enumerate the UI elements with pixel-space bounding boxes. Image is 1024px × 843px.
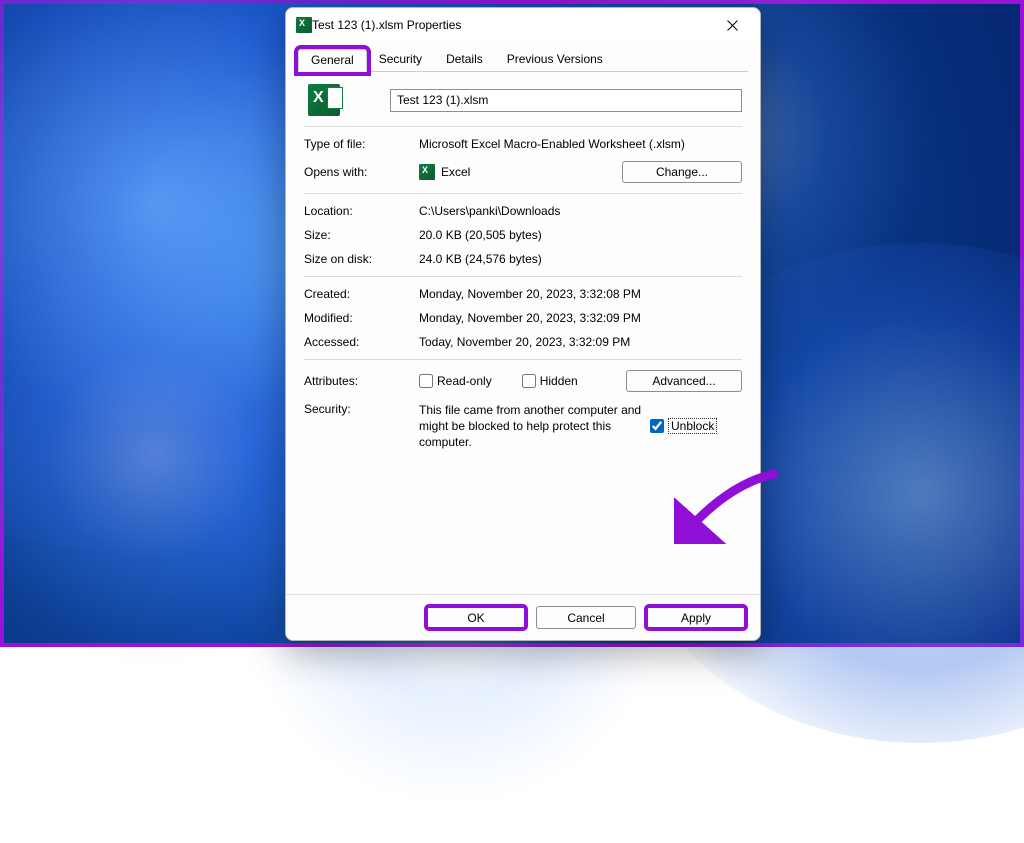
size-on-disk-label: Size on disk: [304,252,419,266]
modified-label: Modified: [304,311,419,325]
unblock-label: Unblock [668,418,717,434]
change-button[interactable]: Change... [622,161,742,183]
location-label: Location: [304,204,419,218]
separator [304,359,742,360]
separator [304,126,742,127]
type-of-file-label: Type of file: [304,137,419,151]
excel-file-icon [296,17,312,33]
tab-strip: General Security Details Previous Versio… [298,48,748,72]
attributes-label: Attributes: [304,374,419,388]
advanced-button[interactable]: Advanced... [626,370,742,392]
properties-dialog: Test 123 (1).xlsm Properties General Sec… [285,7,761,641]
separator [304,193,742,194]
tab-security[interactable]: Security [367,49,434,72]
close-icon [727,20,738,31]
security-text: This file came from another computer and… [419,402,644,451]
button-bar: OK Cancel Apply [286,594,760,640]
hidden-checkbox-wrapper[interactable]: Hidden [522,374,578,388]
window-title: Test 123 (1).xlsm Properties [312,18,461,32]
security-label: Security: [304,402,419,451]
created-value: Monday, November 20, 2023, 3:32:08 PM [419,287,742,301]
hidden-checkbox[interactable] [522,374,536,388]
unblock-checkbox[interactable] [650,419,664,433]
close-button[interactable] [710,10,754,40]
filename-input[interactable] [390,89,742,112]
tab-content: Type of file: Microsoft Excel Macro-Enab… [286,72,760,594]
apply-button[interactable]: Apply [646,606,746,629]
separator [304,276,742,277]
accessed-value: Today, November 20, 2023, 3:32:09 PM [419,335,742,349]
created-label: Created: [304,287,419,301]
readonly-label: Read-only [437,374,492,388]
modified-value: Monday, November 20, 2023, 3:32:09 PM [419,311,742,325]
size-value: 20.0 KB (20,505 bytes) [419,228,742,242]
size-label: Size: [304,228,419,242]
opens-with-label: Opens with: [304,165,419,179]
readonly-checkbox[interactable] [419,374,433,388]
tab-general[interactable]: General [298,49,367,72]
file-type-icon [308,84,340,116]
readonly-checkbox-wrapper[interactable]: Read-only [419,374,492,388]
tab-details[interactable]: Details [434,49,495,72]
unblock-wrapper[interactable]: Unblock [650,402,717,451]
titlebar: Test 123 (1).xlsm Properties [286,8,760,42]
tab-previous-versions[interactable]: Previous Versions [495,49,615,72]
accessed-label: Accessed: [304,335,419,349]
location-value: C:\Users\panki\Downloads [419,204,742,218]
excel-app-icon [419,164,435,180]
cancel-button[interactable]: Cancel [536,606,636,629]
hidden-label: Hidden [540,374,578,388]
opens-with-app: Excel [441,165,470,179]
ok-button[interactable]: OK [426,606,526,629]
size-on-disk-value: 24.0 KB (24,576 bytes) [419,252,742,266]
type-of-file-value: Microsoft Excel Macro-Enabled Worksheet … [419,137,742,151]
